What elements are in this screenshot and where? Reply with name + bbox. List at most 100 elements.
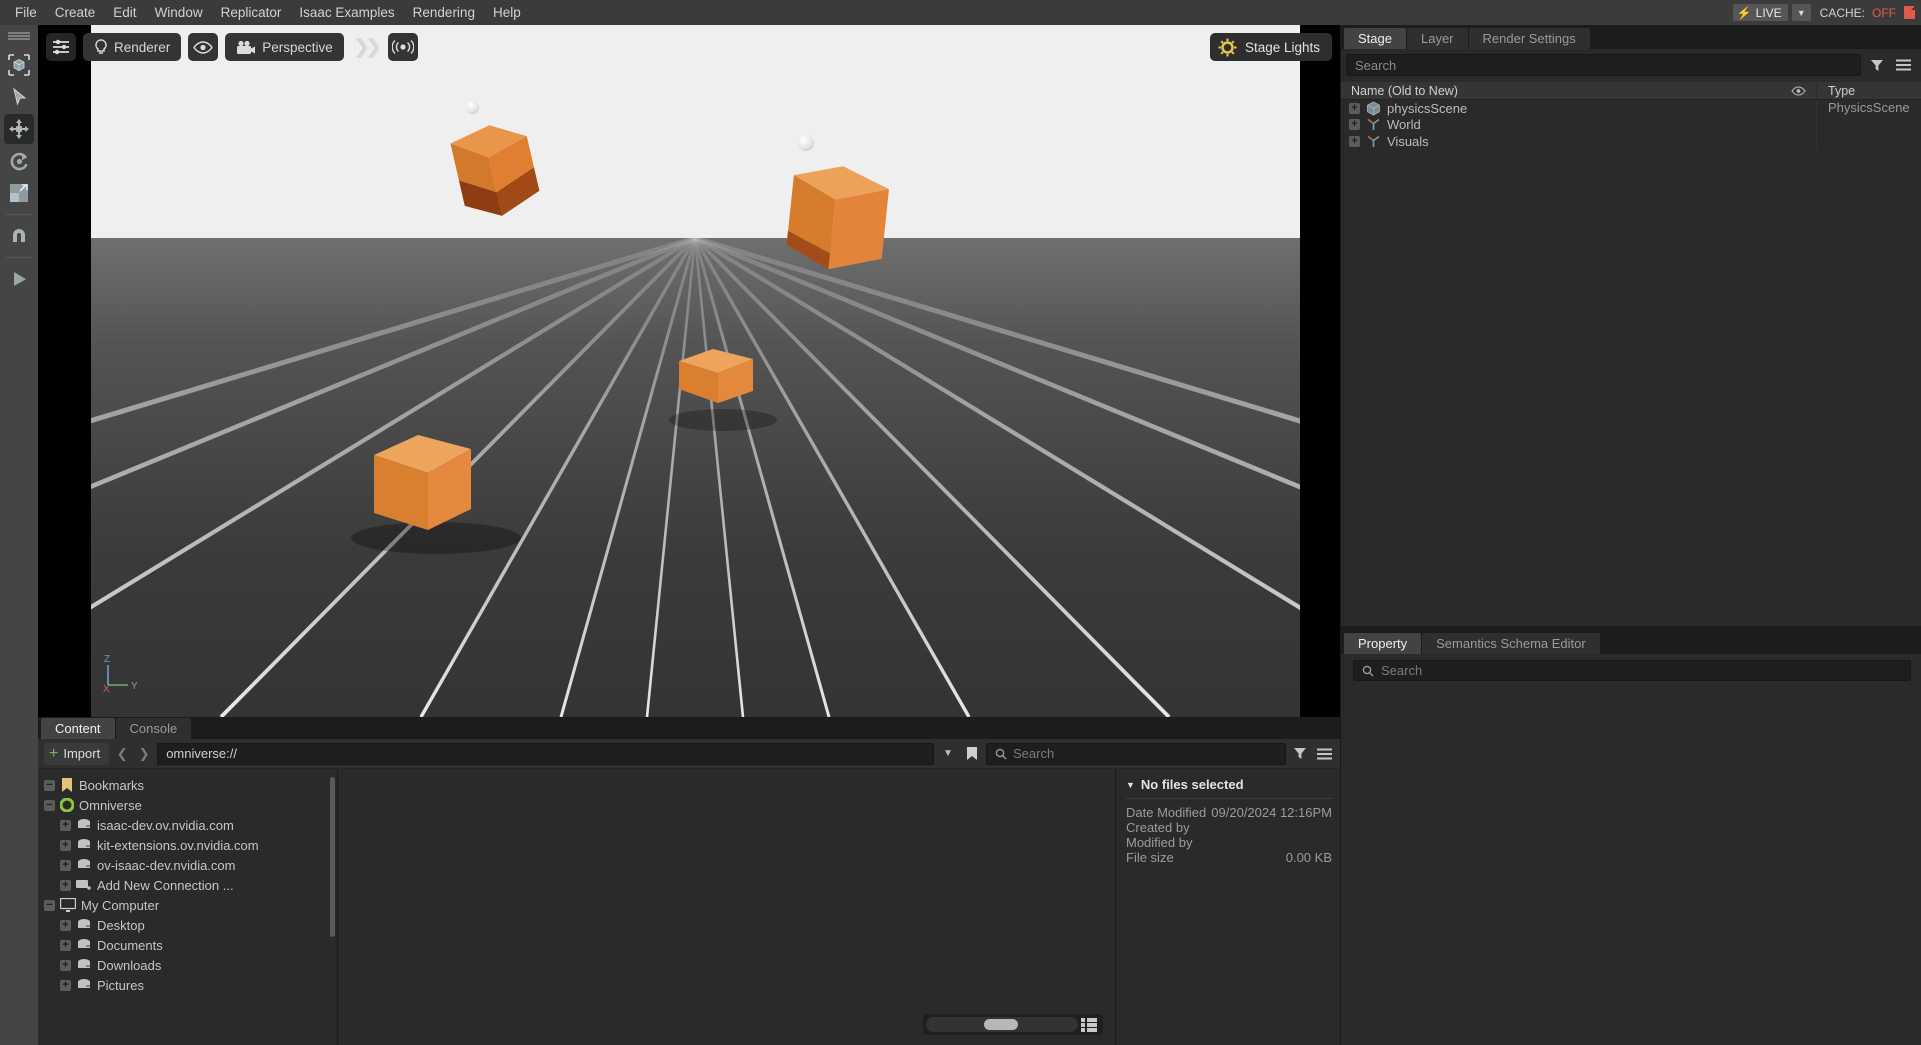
content-search-input[interactable]: Search [986,743,1286,765]
move-tool[interactable] [4,114,34,144]
content-file-grid[interactable] [338,769,1116,1045]
file-details-header[interactable]: ▼ No files selected [1126,777,1332,792]
select-bounding-box-tool[interactable] [4,50,34,80]
tree-expander[interactable]: + [60,880,71,891]
content-tree-scrollbar[interactable] [330,777,335,937]
menu-edit[interactable]: Edit [104,0,145,25]
stage-tree-row[interactable]: +World [1341,117,1921,134]
thumbnail-size-slider-handle[interactable] [984,1019,1018,1030]
viewport-visibility-button[interactable] [188,33,218,61]
content-tree-item[interactable]: +isaac-dev.ov.nvidia.com [44,815,337,835]
tab-console[interactable]: Console [116,718,192,739]
tree-expander[interactable]: + [60,820,71,831]
tree-expander[interactable]: + [1349,136,1360,147]
menu-replicator[interactable]: Replicator [212,0,291,25]
content-tree-item[interactable]: +Pictures [44,975,337,995]
content-tree-item[interactable]: +ov-isaac-dev.nvidia.com [44,855,337,875]
renderer-button[interactable]: Renderer [83,33,181,61]
tab-content[interactable]: Content [41,718,115,739]
stage-menu-button[interactable] [1893,54,1913,76]
content-tree-item[interactable]: −My Computer [44,895,337,915]
camera-perspective-button[interactable]: Perspective [225,33,344,61]
play-tool[interactable] [4,264,34,294]
cube-falling-left[interactable] [441,113,541,223]
tree-expander[interactable]: + [60,980,71,991]
content-menu-button[interactable] [1314,743,1334,765]
menu-help[interactable]: Help [484,0,530,25]
content-tree-item[interactable]: − Bookmarks [44,775,337,795]
content-tree-item[interactable]: +kit-extensions.ov.nvidia.com [44,835,337,855]
grid-view-toggle-button[interactable] [1078,1018,1100,1032]
bookmark-button[interactable] [962,743,982,765]
stage-row-type [1816,117,1921,134]
select-arrow-tool[interactable] [4,82,34,112]
stage-search-input[interactable]: Search [1346,54,1861,76]
content-tree-item[interactable]: −Omniverse [44,795,337,815]
menu-create[interactable]: Create [46,0,105,25]
chevron-right-icon[interactable]: ❯❯ [351,36,381,59]
viewport[interactable]: Renderer [38,25,1340,717]
rotate-tool[interactable] [4,146,34,176]
live-button[interactable]: ⚡ LIVE [1733,4,1788,21]
content-tree-item[interactable]: +Add New Connection ... [44,875,337,895]
stage-lights-button[interactable]: Stage Lights [1210,33,1332,61]
menu-file[interactable]: File [6,0,46,25]
stage-tree-rows[interactable]: +physicsScenePhysicsScene+World +Visuals [1341,100,1921,626]
stage-tree-row[interactable]: +physicsScenePhysicsScene [1341,100,1921,117]
import-button[interactable]: + Import [44,743,109,765]
tree-expander[interactable]: − [44,900,55,911]
tree-expander[interactable]: + [1349,119,1360,130]
property-search-input[interactable]: Search [1353,660,1911,681]
cube-front[interactable] [366,425,481,535]
toolbar-drag-handle[interactable] [8,30,30,42]
column-header-type[interactable]: Type [1816,84,1921,98]
tree-expander[interactable]: + [60,960,71,971]
cache-document-icon[interactable] [1904,6,1915,19]
tree-expander[interactable]: + [60,940,71,951]
content-tree-item[interactable]: +Desktop [44,915,337,935]
tree-expander[interactable]: + [60,840,71,851]
tab-layer[interactable]: Layer [1407,28,1468,49]
thumbnail-size-slider[interactable] [926,1017,1078,1032]
content-filter-button[interactable] [1290,743,1310,765]
viewport-render-image[interactable] [91,25,1300,717]
scale-tool[interactable] [4,178,34,208]
stage-filter-button[interactable] [1867,54,1887,76]
nav-back-button[interactable]: ❮ [113,746,131,762]
stage-row-name-cell[interactable]: +World [1341,117,1780,132]
sensor-button[interactable] [388,33,418,61]
tab-semantics-schema-editor[interactable]: Semantics Schema Editor [1422,633,1600,654]
stage-search-row: Search [1341,49,1921,81]
content-tree-item[interactable]: +Downloads [44,955,337,975]
tab-render-settings[interactable]: Render Settings [1469,28,1590,49]
lightning-bolt-icon: ⚡ [1737,7,1752,19]
column-header-name[interactable]: Name (Old to New) [1341,84,1780,98]
path-dropdown-button[interactable]: ▼ [938,743,958,765]
content-tree-item-label: Bookmarks [79,778,144,793]
cube-falling-right[interactable] [776,150,901,280]
tree-expander[interactable]: − [44,800,55,811]
tab-stage[interactable]: Stage [1344,28,1406,49]
live-dropdown-button[interactable]: ▼ [1792,4,1811,21]
menu-rendering[interactable]: Rendering [404,0,484,25]
stage-row-name-cell[interactable]: +physicsScene [1341,101,1780,116]
menu-window[interactable]: Window [146,0,212,25]
tree-expander[interactable]: − [44,780,55,791]
menu-isaac-examples[interactable]: Isaac Examples [290,0,403,25]
snap-tool[interactable] [4,221,34,251]
tree-expander[interactable]: + [60,920,71,931]
tree-expander[interactable]: + [1349,103,1360,114]
content-tree[interactable]: − Bookmarks −Omniverse+isaac-dev.ov.nvidia… [38,769,338,1045]
tree-expander[interactable]: + [60,860,71,871]
bookmark-icon [966,746,978,761]
nav-forward-button[interactable]: ❯ [135,746,153,762]
stage-tree-row[interactable]: +Visuals [1341,133,1921,150]
path-input[interactable]: omniverse:// [157,743,934,765]
stage-row-name-cell[interactable]: +Visuals [1341,134,1780,149]
column-header-visibility[interactable] [1780,86,1816,96]
content-tree-item[interactable]: +Documents [44,935,337,955]
cube-mid[interactable] [673,343,763,413]
thumbnail-size-controls [923,1014,1103,1035]
tab-property[interactable]: Property [1344,633,1421,654]
viewport-settings-button[interactable] [46,33,76,61]
